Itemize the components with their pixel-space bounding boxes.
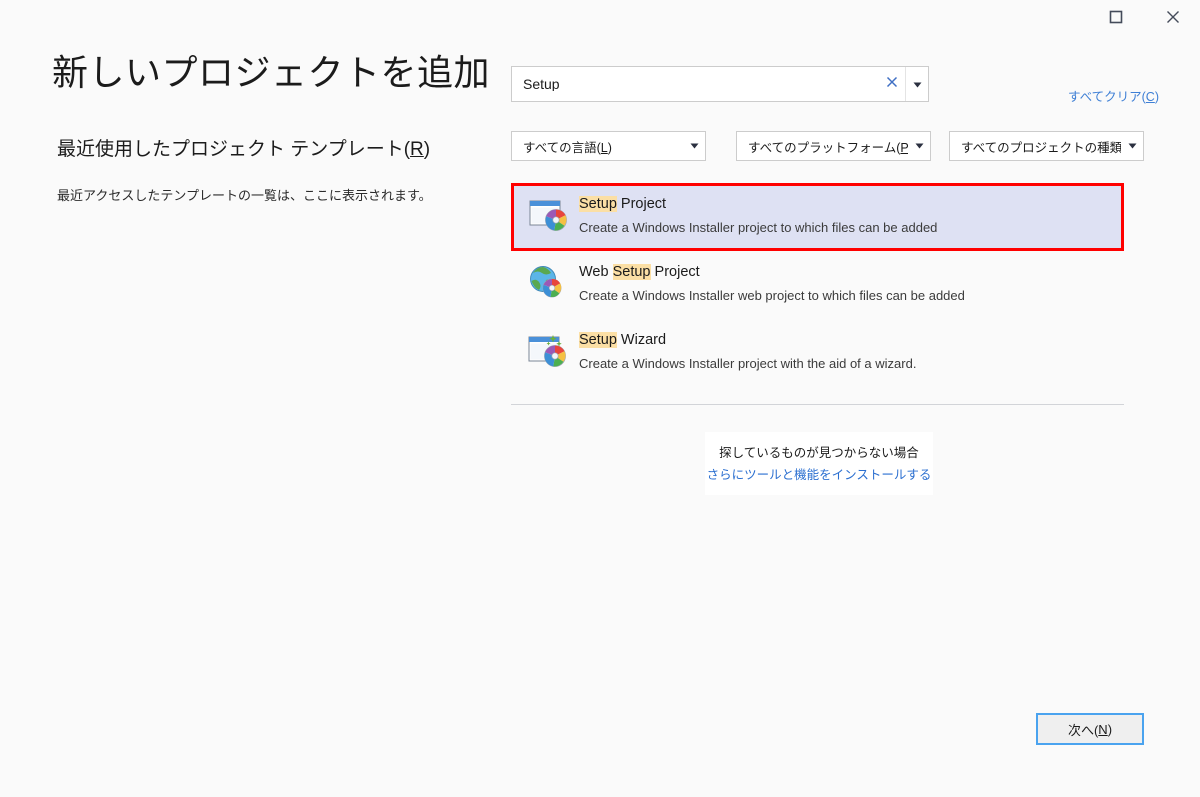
list-item-title-post: Project [616, 196, 667, 212]
list-item[interactable]: Setup Wizard Create a Windows Installer … [511, 319, 1124, 387]
filter-language-accel: L [600, 140, 608, 155]
recent-templates-heading-tail: ) [423, 139, 431, 160]
list-item-title-match: Setup [612, 264, 651, 280]
filter-platform-accel: P [900, 140, 908, 155]
not-found-message: 探しているものが見つからない場合 [719, 445, 919, 460]
filter-language-text: すべての言語( [523, 140, 601, 155]
list-item-title: Web Setup Project [579, 262, 965, 282]
list-item-title-pre: Web [579, 264, 613, 280]
clear-all-label: すべてクリア( [1068, 90, 1146, 104]
list-item-title-post: Project [650, 264, 700, 280]
recent-templates-empty-message: 最近アクセスしたテンプレートの一覧は、ここに表示されます。 [57, 188, 432, 203]
list-item-title-match: Setup [579, 332, 617, 348]
search-clear-button[interactable] [879, 67, 905, 101]
install-more-tools-link[interactable]: さらにツールと機能をインストールする [707, 464, 932, 486]
list-item-description: Create a Windows Installer project to wh… [579, 220, 938, 235]
list-item-title: Setup Wizard [579, 330, 916, 350]
filter-project-type[interactable]: すべてのプロジェクトの種類... [949, 131, 1144, 161]
template-list: Setup Project Create a Windows Installer… [511, 183, 1124, 387]
clear-all-accel: C [1145, 90, 1155, 104]
clear-all-tail: ) [1154, 90, 1159, 104]
page-title: 新しいプロジェクトを追加 [52, 52, 491, 93]
list-item-description: Create a Windows Installer web project t… [579, 288, 965, 303]
setup-wizard-icon [525, 329, 571, 375]
recent-templates-heading-accel: R [410, 139, 424, 160]
chevron-down-icon [908, 143, 930, 149]
search-input[interactable]: Setup [512, 77, 879, 91]
filter-platform[interactable]: すべてのプラットフォーム(P) [736, 131, 931, 161]
recent-templates-heading-label: 最近使用したプロジェクト テンプレート( [57, 139, 411, 160]
not-found-panel: 探しているものが見つからない場合 さらにツールと機能をインストールする [705, 432, 933, 495]
chevron-down-icon [913, 75, 922, 93]
web-setup-project-icon [525, 261, 571, 307]
chevron-down-icon [683, 143, 705, 149]
next-button-tail: ) [1107, 721, 1113, 737]
list-item[interactable]: Setup Project Create a Windows Installer… [511, 183, 1124, 251]
filter-project-type-label: すべてのプロジェクトの種類... [950, 137, 1121, 156]
next-button-accel: N [1098, 721, 1108, 737]
list-item-title-post: Wizard [616, 332, 667, 348]
next-button[interactable]: 次へ(N) [1036, 713, 1144, 745]
next-button-label: 次へ( [1067, 722, 1099, 738]
close-icon [886, 75, 898, 93]
left-panel: 新しいプロジェクトを追加 最近使用したプロジェクト テンプレート(R) 最近アク… [0, 0, 500, 797]
clear-all-link[interactable]: すべてクリア(C) [1068, 86, 1159, 105]
filter-project-type-text: すべてのプロジェクトの種類... [961, 140, 1121, 155]
setup-project-icon [525, 193, 571, 239]
list-item-text: Web Setup Project Create a Windows Insta… [579, 261, 965, 306]
list-item-title-match: Setup [579, 196, 617, 212]
search-history-dropdown-button[interactable] [905, 67, 928, 101]
filter-platform-label: すべてのプラットフォーム(P) [737, 137, 908, 156]
list-item-title: Setup Project [579, 194, 937, 214]
list-item[interactable]: Web Setup Project Create a Windows Insta… [511, 251, 1124, 319]
filter-language[interactable]: すべての言語(L) [511, 131, 706, 161]
chevron-down-icon [1121, 143, 1143, 149]
list-item-text: Setup Wizard Create a Windows Installer … [579, 329, 916, 374]
recent-templates-heading: 最近使用したプロジェクト テンプレート(R) [57, 134, 430, 161]
search-box[interactable]: Setup [511, 66, 929, 102]
filter-language-label: すべての言語(L) [512, 137, 683, 156]
right-panel: Setup すべてクリア(C) すべての言語(L) すべてのプラットフォーム(P… [500, 0, 1200, 797]
section-divider [511, 404, 1124, 405]
filter-platform-text: すべてのプラットフォーム( [748, 140, 901, 155]
list-item-text: Setup Project Create a Windows Installer… [579, 193, 937, 238]
filter-language-tail: ) [607, 140, 612, 155]
list-item-description: Create a Windows Installer project with … [579, 356, 917, 371]
